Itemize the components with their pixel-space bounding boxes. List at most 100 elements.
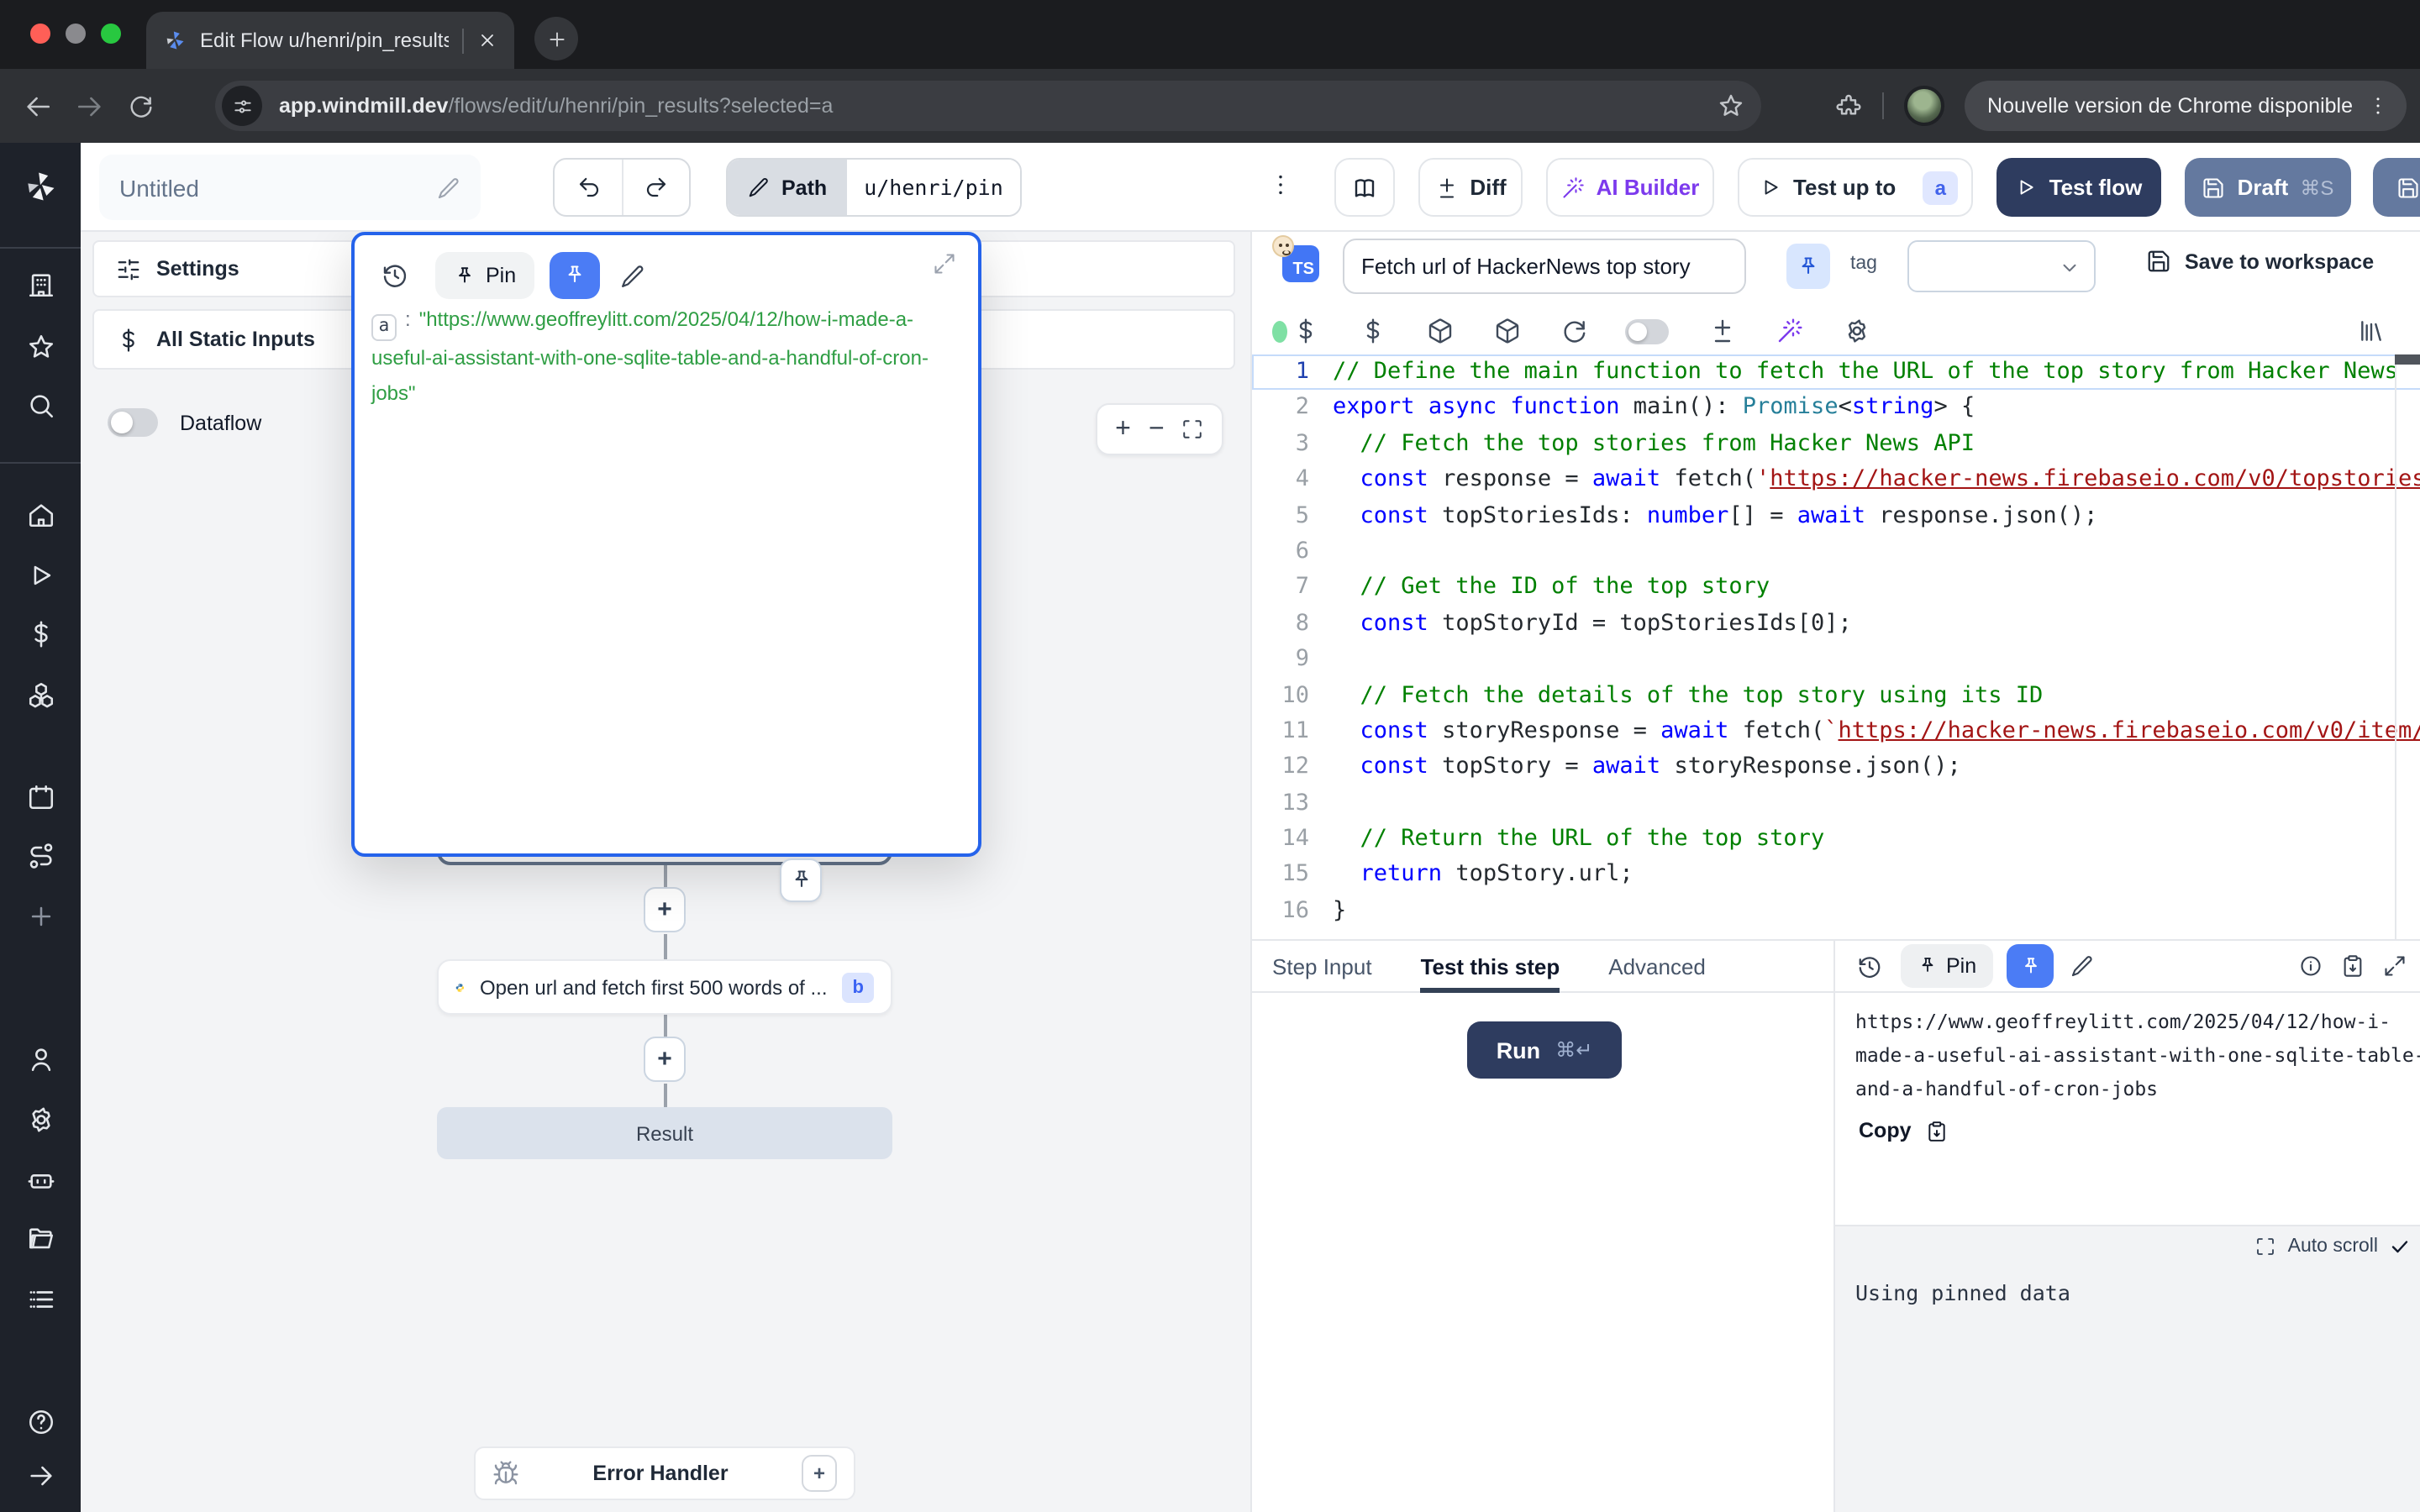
extensions-icon[interactable] bbox=[1834, 92, 1861, 119]
pin-active-button[interactable] bbox=[2007, 944, 2054, 988]
tab-close-icon[interactable] bbox=[477, 30, 497, 50]
site-info-icon[interactable] bbox=[222, 86, 262, 126]
test-up-to-step-badge[interactable]: a bbox=[1923, 171, 1958, 204]
header-pin-button[interactable] bbox=[1786, 244, 1830, 289]
library-panel-icon[interactable] bbox=[2358, 318, 2385, 344]
draft-button[interactable]: Draft ⌘S bbox=[2185, 158, 2351, 217]
bookmark-star-icon[interactable] bbox=[1718, 92, 1744, 119]
fit-view-icon[interactable] bbox=[1182, 418, 1204, 440]
flow-node-result[interactable]: Result bbox=[437, 1107, 892, 1159]
ai-builder-button[interactable]: AI Builder bbox=[1546, 158, 1714, 217]
sidebar-item-home[interactable] bbox=[0, 501, 81, 529]
step-summary-input[interactable]: Fetch url of HackerNews top story bbox=[1343, 239, 1746, 294]
sidebar-item-search[interactable] bbox=[0, 391, 81, 420]
path-button[interactable]: Path u/henri/pin bbox=[726, 158, 1022, 217]
insert-step-button[interactable]: + bbox=[644, 1037, 686, 1082]
flow-node-error-handler[interactable]: Error Handler + bbox=[474, 1446, 855, 1500]
fullscreen-icon[interactable] bbox=[2256, 1236, 2276, 1257]
code-line-15[interactable]: 15 return topStory.url; bbox=[1252, 858, 2420, 894]
docs-button[interactable] bbox=[1334, 158, 1395, 217]
code-line-3[interactable]: 3 // Fetch the top stories from Hacker N… bbox=[1252, 427, 2420, 463]
traffic-light-close[interactable] bbox=[30, 24, 50, 44]
editor-tool-dollar[interactable] bbox=[1292, 318, 1319, 344]
edit-icon[interactable] bbox=[2070, 954, 2094, 978]
code-line-8[interactable]: 8 const topStoryId = topStoriesIds[0]; bbox=[1252, 606, 2420, 642]
code-editor[interactable]: 1// Define the main function to fetch th… bbox=[1252, 354, 2420, 939]
code-line-13[interactable]: 13 bbox=[1252, 785, 2420, 822]
reload-icon[interactable] bbox=[128, 92, 155, 119]
edit-icon[interactable] bbox=[620, 263, 645, 288]
more-options-icon[interactable] bbox=[1267, 171, 1294, 198]
editor-tool-refresh[interactable] bbox=[1561, 318, 1588, 344]
save-to-workspace-button[interactable]: Save to workspace bbox=[2146, 249, 2374, 274]
sidebar-item-star[interactable] bbox=[0, 333, 81, 361]
history-icon[interactable] bbox=[1857, 953, 1882, 979]
tab-step-input[interactable]: Step Input bbox=[1272, 940, 1372, 992]
sidebar-item-building[interactable] bbox=[0, 270, 81, 299]
sidebar-item-route[interactable] bbox=[0, 842, 81, 870]
run-button[interactable]: Run ⌘↵ bbox=[1467, 1021, 1622, 1079]
undo-button[interactable] bbox=[555, 160, 622, 215]
sidebar-item-plus[interactable] bbox=[0, 902, 81, 931]
sidebar-item-calendar[interactable] bbox=[0, 783, 81, 811]
flow-title-field[interactable]: Untitled bbox=[99, 155, 481, 220]
copy-json-icon[interactable] bbox=[2341, 954, 2365, 978]
back-icon[interactable] bbox=[24, 92, 52, 120]
windmill-logo[interactable] bbox=[0, 168, 81, 205]
code-line-14[interactable]: 14 // Return the URL of the top story bbox=[1252, 822, 2420, 858]
code-line-7[interactable]: 7 // Get the ID of the top story bbox=[1252, 570, 2420, 606]
new-tab-button[interactable] bbox=[534, 17, 578, 60]
code-line-10[interactable]: 10 // Fetch the details of the top story… bbox=[1252, 678, 2420, 714]
chrome-menu-icon[interactable] bbox=[2366, 94, 2390, 118]
test-flow-button[interactable]: Test flow bbox=[1996, 158, 2161, 217]
browser-tab[interactable]: Edit Flow u/henri/pin_results bbox=[146, 12, 514, 69]
sidebar-item-arrow-right[interactable] bbox=[0, 1462, 81, 1490]
history-icon[interactable] bbox=[381, 262, 408, 289]
node-pin-badge[interactable] bbox=[780, 858, 822, 902]
redo-button[interactable] bbox=[622, 160, 689, 215]
editor-tool-dollar[interactable] bbox=[1360, 318, 1386, 344]
tab-test-this-step[interactable]: Test this step bbox=[1421, 940, 1560, 992]
auto-scroll-control[interactable]: Auto scroll bbox=[2256, 1236, 2410, 1257]
pin-toggle-button[interactable]: Pin bbox=[435, 252, 534, 299]
code-line-6[interactable]: 6 bbox=[1252, 534, 2420, 570]
sidebar-item-user[interactable] bbox=[0, 1045, 81, 1074]
sidebar-item-folder[interactable] bbox=[0, 1225, 81, 1253]
tag-select[interactable] bbox=[1907, 240, 2096, 292]
omnibox[interactable]: app.windmill.dev/flows/edit/u/henri/pin_… bbox=[215, 81, 1761, 131]
sidebar-item-cubes[interactable] bbox=[0, 680, 81, 709]
zoom-out-icon[interactable]: − bbox=[1149, 414, 1165, 444]
info-icon[interactable] bbox=[2299, 954, 2323, 978]
sidebar-item-list[interactable] bbox=[0, 1285, 81, 1314]
sidebar-item-dollar[interactable] bbox=[0, 620, 81, 648]
traffic-light-zoom[interactable] bbox=[101, 24, 121, 44]
sidebar-item-help[interactable] bbox=[0, 1408, 81, 1436]
code-line-9[interactable]: 9 bbox=[1252, 642, 2420, 678]
editor-tool-gear[interactable] bbox=[1844, 318, 1870, 344]
deploy-button[interactable]: Deploy bbox=[2373, 158, 2420, 217]
code-line-11[interactable]: 11 const storyResponse = await fetch(`ht… bbox=[1252, 714, 2420, 750]
zoom-in-icon[interactable]: + bbox=[1115, 414, 1131, 444]
profile-avatar[interactable] bbox=[1903, 86, 1944, 126]
expand-icon[interactable] bbox=[2383, 954, 2407, 978]
editor-tool-package[interactable] bbox=[1427, 318, 1454, 344]
forward-icon[interactable] bbox=[76, 92, 104, 120]
sidebar-item-play[interactable] bbox=[0, 561, 81, 590]
code-line-12[interactable]: 12 const topStory = await storyResponse.… bbox=[1252, 750, 2420, 786]
tab-advanced[interactable]: Advanced bbox=[1608, 940, 1706, 992]
copy-button[interactable]: Copy bbox=[1859, 1119, 1949, 1142]
editor-tool-wand-sparkles[interactable] bbox=[1776, 318, 1803, 344]
chrome-update-button[interactable]: Nouvelle version de Chrome disponible bbox=[1964, 81, 2407, 131]
code-line-4[interactable]: 4 const response = await fetch('https://… bbox=[1252, 462, 2420, 498]
editor-tool-diff[interactable] bbox=[1709, 318, 1736, 344]
sidebar-item-robot[interactable] bbox=[0, 1166, 81, 1194]
dataflow-toggle[interactable] bbox=[108, 408, 158, 437]
code-line-1[interactable]: 1// Define the main function to fetch th… bbox=[1252, 354, 2420, 391]
insert-step-button[interactable]: + bbox=[644, 887, 686, 932]
sidebar-item-gear[interactable] bbox=[0, 1105, 81, 1134]
traffic-light-minimize[interactable] bbox=[66, 24, 86, 44]
editor-tool-package[interactable] bbox=[1494, 318, 1521, 344]
pin-toggle-button[interactable]: Pin bbox=[1901, 944, 1993, 988]
pin-active-button[interactable] bbox=[550, 252, 600, 299]
code-line-5[interactable]: 5 const topStoriesIds: number[] = await … bbox=[1252, 498, 2420, 534]
